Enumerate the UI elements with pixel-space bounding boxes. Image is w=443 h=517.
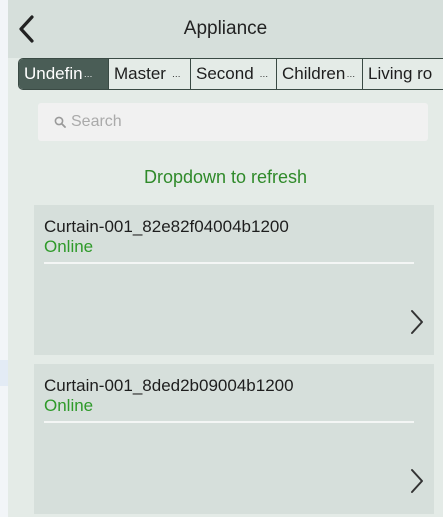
device-status: Online xyxy=(44,396,94,415)
edge-accent xyxy=(0,360,8,386)
chevron-right-icon[interactable] xyxy=(410,309,424,335)
tab-undefined[interactable]: Undefin… xyxy=(19,59,109,89)
search-icon xyxy=(54,116,66,128)
device-card[interactable]: Curtain-001_82e82f04004b1200 Online xyxy=(34,205,434,355)
search-input[interactable] xyxy=(71,113,391,131)
card-divider xyxy=(44,421,414,423)
device-status: Online xyxy=(44,237,94,256)
header-bar: Appliance xyxy=(8,0,443,58)
search-bar[interactable] xyxy=(38,103,428,141)
tab-children[interactable]: Children… xyxy=(277,59,363,89)
ellipsis-icon: … xyxy=(83,69,93,79)
device-name: Curtain-001_8ded2b09004b1200 xyxy=(44,376,294,395)
tab-second[interactable]: Second … xyxy=(191,59,277,89)
device-card[interactable]: Curtain-001_8ded2b09004b1200 Online xyxy=(34,364,434,514)
tab-label: Children xyxy=(282,64,346,83)
left-edge-strip xyxy=(0,0,8,517)
chevron-right-icon[interactable] xyxy=(410,468,424,494)
appliance-screen: Appliance Undefin… Master … Second … Chi… xyxy=(8,0,443,517)
tab-label: Undefin xyxy=(24,64,83,83)
tab-label: Living ro xyxy=(368,64,433,83)
card-divider xyxy=(44,262,414,264)
refresh-hint: Dropdown to refresh xyxy=(143,167,308,187)
ellipsis-icon: … xyxy=(171,69,181,79)
ellipsis-icon: … xyxy=(346,69,356,79)
device-name: Curtain-001_82e82f04004b1200 xyxy=(44,217,289,236)
ellipsis-icon: … xyxy=(259,69,269,79)
tab-living-room[interactable]: Living ro xyxy=(363,59,443,89)
tab-label: Second xyxy=(196,64,254,83)
room-tabs: Undefin… Master … Second … Children… Liv… xyxy=(18,58,443,90)
page-title: Appliance xyxy=(183,18,268,39)
tab-label: Master xyxy=(114,64,166,83)
tab-master[interactable]: Master … xyxy=(109,59,191,89)
